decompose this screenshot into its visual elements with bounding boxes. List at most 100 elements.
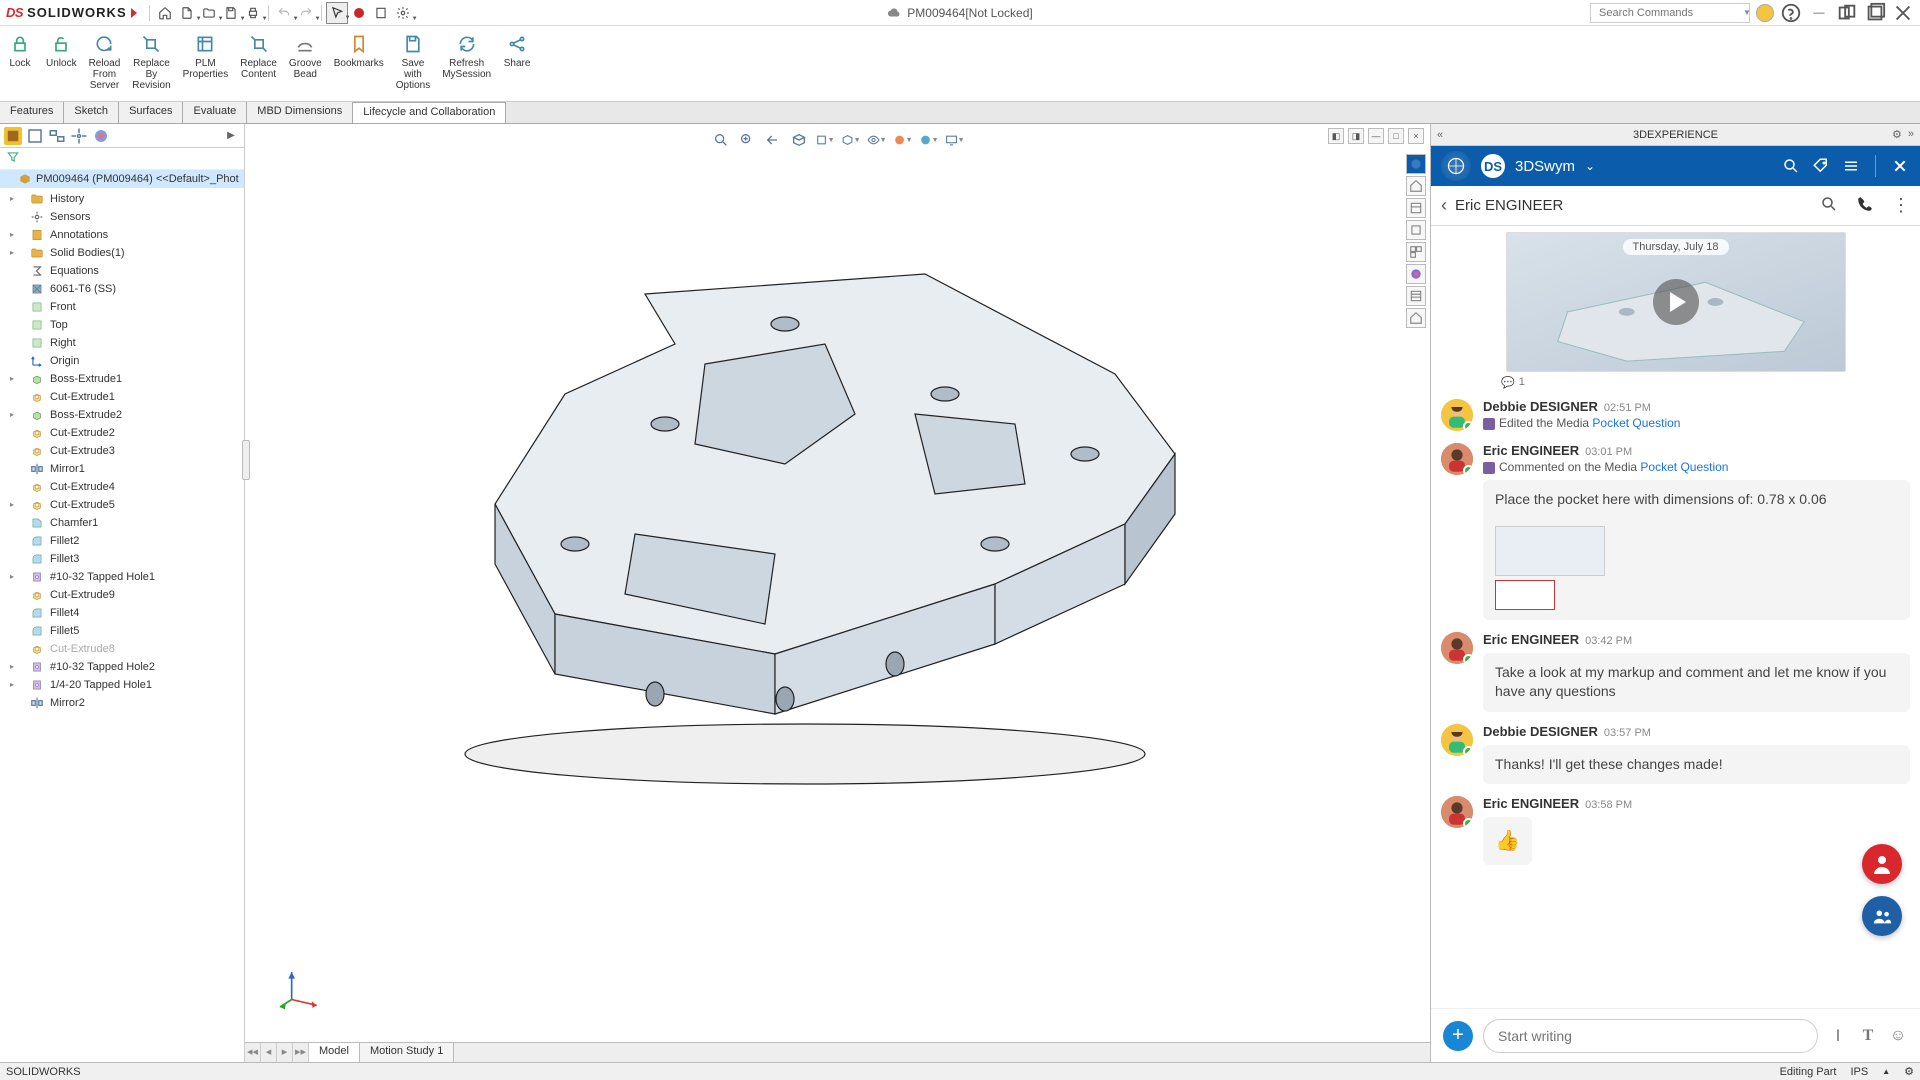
- notification-avatar-button[interactable]: [1862, 844, 1902, 884]
- vp-maximize[interactable]: □: [1388, 128, 1404, 144]
- new-button[interactable]: ▼: [176, 2, 198, 24]
- tab-surfaces[interactable]: Surfaces: [119, 102, 183, 123]
- help-button[interactable]: [1780, 2, 1802, 24]
- header-menu-button[interactable]: [1841, 156, 1861, 176]
- tab-evaluate[interactable]: Evaluate: [183, 102, 247, 123]
- tree-root[interactable]: PM009464 (PM009464) <<Default>_Phot: [0, 170, 244, 188]
- tree-fillet3[interactable]: Fillet3: [0, 550, 244, 568]
- bottom-tab-motion-study-1[interactable]: Motion Study 1: [360, 1043, 454, 1062]
- tree-solid-bodies-1-[interactable]: ▸Solid Bodies(1): [0, 244, 244, 262]
- ribbon-plm[interactable]: PLMProperties: [177, 30, 235, 82]
- tree-cut-extrude9[interactable]: Cut-Extrude9: [0, 586, 244, 604]
- ribbon-groove[interactable]: GrooveBead: [283, 30, 328, 82]
- vp-minimize[interactable]: —: [1368, 128, 1384, 144]
- home-button[interactable]: [154, 2, 176, 24]
- status-units[interactable]: IPS: [1850, 1066, 1868, 1078]
- tree-annotations[interactable]: ▸Annotations: [0, 226, 244, 244]
- emoji-button[interactable]: ☺: [1888, 1026, 1908, 1046]
- avatar-debbie[interactable]: [1441, 399, 1473, 431]
- tab-sketch[interactable]: Sketch: [64, 102, 119, 123]
- header-search-button[interactable]: [1781, 156, 1801, 176]
- ribbon-replace[interactable]: ReplaceContent: [234, 30, 283, 82]
- message-input[interactable]: [1498, 1028, 1803, 1044]
- task-view-palette[interactable]: [1406, 242, 1426, 262]
- tree-mirror2[interactable]: Mirror2: [0, 694, 244, 712]
- display-style-button[interactable]: ▼: [841, 130, 861, 150]
- caret-icon[interactable]: ▸: [8, 663, 16, 671]
- tree-front[interactable]: Front: [0, 298, 244, 316]
- previous-view-button[interactable]: [763, 130, 783, 150]
- avatar-debbie[interactable]: [1441, 724, 1473, 756]
- bottom-tab-model[interactable]: Model: [309, 1043, 360, 1062]
- splitter-handle[interactable]: [242, 440, 250, 480]
- tree--10-32-tapped-hole1[interactable]: ▸#10-32 Tapped Hole1: [0, 568, 244, 586]
- caret-icon[interactable]: ▸: [8, 231, 16, 239]
- tree-boss-extrude2[interactable]: ▸Boss-Extrude2: [0, 406, 244, 424]
- restore-2-button[interactable]: [1864, 2, 1886, 24]
- zoom-fit-button[interactable]: [711, 130, 731, 150]
- save-button-top[interactable]: ▼: [220, 2, 242, 24]
- more-button[interactable]: ⋮: [1892, 195, 1910, 216]
- compass-icon[interactable]: [1441, 151, 1471, 181]
- tree-top[interactable]: Top: [0, 316, 244, 334]
- tree-mirror1[interactable]: Mirror1: [0, 460, 244, 478]
- task-3dx[interactable]: [1406, 154, 1426, 174]
- tree--10-32-tapped-hole2[interactable]: ▸#10-32 Tapped Hole2: [0, 658, 244, 676]
- caret-icon[interactable]: ▸: [8, 375, 16, 383]
- dimxpert-tab[interactable]: [70, 127, 88, 145]
- back-button[interactable]: ‹: [1441, 195, 1447, 216]
- status-caret-icon[interactable]: ▲: [1882, 1067, 1890, 1076]
- action-link[interactable]: Pocket Question: [1640, 460, 1728, 474]
- panel-collapse-icon[interactable]: «: [1437, 129, 1443, 141]
- panel-expand-button[interactable]: ▶: [222, 127, 240, 145]
- tree-sensors[interactable]: Sensors: [0, 208, 244, 226]
- redo-button[interactable]: ▼: [295, 2, 317, 24]
- vp-close[interactable]: ×: [1408, 128, 1424, 144]
- message-field[interactable]: [1483, 1019, 1818, 1053]
- ds-logo-icon[interactable]: DS: [1481, 154, 1505, 178]
- task-appearances[interactable]: [1406, 264, 1426, 284]
- task-resources[interactable]: [1406, 176, 1426, 196]
- tree-cut-extrude4[interactable]: Cut-Extrude4: [0, 478, 244, 496]
- search-input[interactable]: [1599, 7, 1741, 19]
- view-settings-button[interactable]: ▼: [945, 130, 965, 150]
- ribbon-refresh[interactable]: RefreshMySession: [436, 30, 497, 82]
- tree-history[interactable]: ▸History: [0, 190, 244, 208]
- panel-expand-icon[interactable]: »: [1908, 128, 1914, 141]
- tree-1-4-20-tapped-hole1[interactable]: ▸1/4-20 Tapped Hole1: [0, 676, 244, 694]
- scene-button[interactable]: ▼: [919, 130, 939, 150]
- app-chevron-icon[interactable]: ⌄: [1585, 159, 1595, 173]
- view-orientation-button[interactable]: ▼: [815, 130, 835, 150]
- header-close-button[interactable]: [1890, 156, 1910, 176]
- print-button[interactable]: ▼: [242, 2, 264, 24]
- zoom-area-button[interactable]: [737, 130, 757, 150]
- search-commands[interactable]: ▼: [1590, 3, 1750, 23]
- hide-show-button[interactable]: ▼: [867, 130, 887, 150]
- markup-thumb-icon[interactable]: [1495, 526, 1605, 576]
- options-button[interactable]: ▼: [392, 2, 414, 24]
- panel-settings-icon[interactable]: ⚙: [1892, 128, 1902, 141]
- task-forum[interactable]: [1406, 308, 1426, 328]
- open-button[interactable]: ▼: [198, 2, 220, 24]
- caret-icon[interactable]: ▸: [8, 411, 16, 419]
- close-button[interactable]: [1892, 2, 1914, 24]
- tab-lifecycle-and-collaboration[interactable]: Lifecycle and Collaboration: [353, 102, 506, 123]
- display-manager-tab[interactable]: [92, 127, 110, 145]
- play-icon[interactable]: [1653, 279, 1699, 325]
- media-preview[interactable]: Thursday, July 18: [1506, 232, 1846, 372]
- ribbon-unlock[interactable]: Unlock: [40, 30, 83, 71]
- markup-dims-thumb[interactable]: [1495, 580, 1555, 610]
- chat-body[interactable]: Thursday, July 18 💬 1 Debbie DESIGNER02:…: [1431, 226, 1920, 1008]
- caret-icon[interactable]: ▸: [8, 195, 16, 203]
- configuration-manager-tab[interactable]: [48, 127, 66, 145]
- tree-fillet5[interactable]: Fillet5: [0, 622, 244, 640]
- tab-mbd-dimensions[interactable]: MBD Dimensions: [247, 102, 353, 123]
- ribbon-lock[interactable]: Lock: [0, 30, 40, 71]
- tree-cut-extrude3[interactable]: Cut-Extrude3: [0, 442, 244, 460]
- caret-icon[interactable]: ▸: [8, 501, 16, 509]
- swym-app-name[interactable]: 3DSwym: [1515, 158, 1575, 175]
- action-link[interactable]: Pocket Question: [1592, 416, 1680, 430]
- tree-fillet2[interactable]: Fillet2: [0, 532, 244, 550]
- appearance-button[interactable]: ▼: [893, 130, 913, 150]
- tree-boss-extrude1[interactable]: ▸Boss-Extrude1: [0, 370, 244, 388]
